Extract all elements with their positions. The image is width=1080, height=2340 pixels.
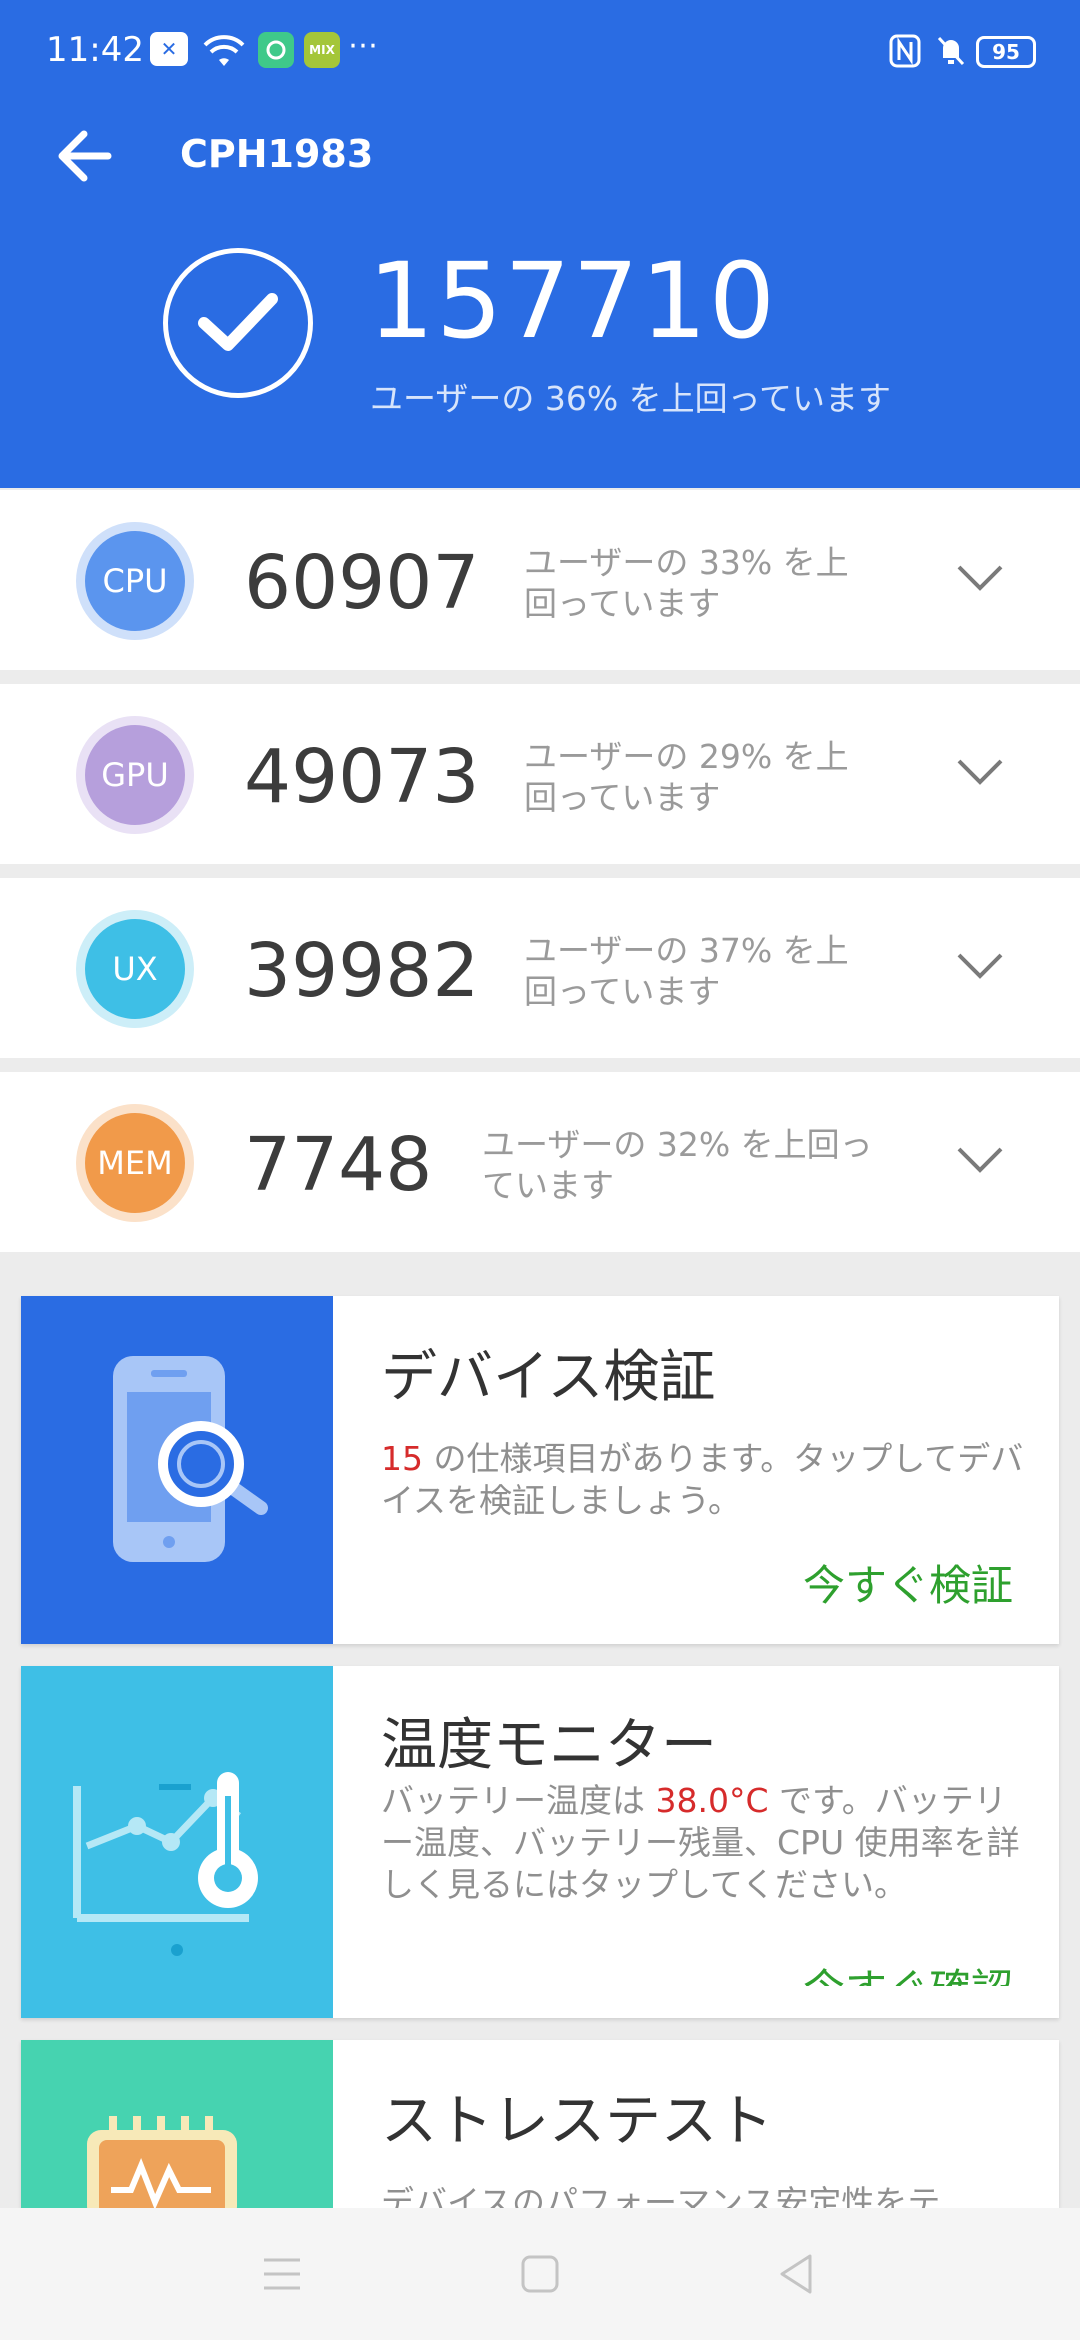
mem-badge-label: MEM (85, 1113, 185, 1213)
battery-temperature: 38.0°C (655, 1781, 769, 1820)
phone-search-icon (113, 1356, 268, 1562)
nfc-icon (888, 32, 922, 70)
gpu-score: 49073 (244, 734, 480, 820)
status-time: 11:42 (46, 30, 144, 70)
chevron-down-icon (957, 759, 1003, 785)
wifi-icon (202, 32, 246, 70)
menu-icon (264, 2258, 300, 2290)
header: 11:42 ✕ MIX ⋯ 95 CPH1983 157710 ユーザーの 36… (0, 0, 1080, 488)
score-row-ux[interactable]: UX 39982 ユーザーの 37% を上回っています (0, 878, 1080, 1058)
stress-test-text: デバイスのパフォーマンス安定性をテ (381, 2183, 941, 2208)
stress-test-title: ストレステスト (381, 2089, 773, 2154)
chevron-down-icon (957, 565, 1003, 591)
notification-icon: ✕ (150, 32, 188, 66)
mute-icon (934, 32, 968, 70)
app-icon (258, 32, 294, 68)
cpu-percentile: ユーザーの 33% を上回っています (524, 543, 849, 623)
back-nav-button[interactable] (766, 2244, 826, 2304)
page-title: CPH1983 (180, 132, 374, 176)
ux-score: 39982 (244, 928, 480, 1014)
temperature-monitor-card[interactable]: 温度モニター バッテリー温度は 38.0°C です。バッテリー温度、バッテリー残… (21, 1666, 1059, 2018)
temperature-monitor-title: 温度モニター (381, 1713, 717, 1778)
stress-test-panel (21, 2040, 333, 2208)
stress-test-card[interactable]: ストレステスト デバイスのパフォーマンス安定性をテ (21, 2040, 1059, 2208)
chip-icon (87, 2116, 237, 2208)
gpu-percentile: ユーザーの 29% を上回っています (524, 737, 849, 817)
device-verify-card[interactable]: デバイス検証 15 の仕様項目があります。タップしてデバイスを検証しましょう。 … (21, 1296, 1059, 1644)
expand-button[interactable] (950, 936, 1010, 996)
total-score: 157710 (368, 240, 778, 362)
home-icon (521, 2255, 559, 2293)
back-button[interactable] (52, 124, 116, 188)
cpu-badge-label: CPU (85, 531, 185, 631)
back-triangle-icon (780, 2254, 812, 2294)
mem-score: 7748 (244, 1122, 433, 1208)
thermometer-chart-icon (73, 1772, 258, 1956)
check-icon (163, 248, 313, 398)
gpu-badge-label: GPU (85, 725, 185, 825)
cpu-badge: CPU (76, 522, 194, 640)
chevron-down-icon (957, 953, 1003, 979)
score-row-cpu[interactable]: CPU 60907 ユーザーの 33% を上回っています (0, 490, 1080, 670)
expand-button[interactable] (950, 548, 1010, 608)
device-verify-text: 15 の仕様項目があります。タップしてデバイスを検証しましょう。 (381, 1438, 1031, 1522)
expand-button[interactable] (950, 742, 1010, 802)
home-button[interactable] (510, 2244, 570, 2304)
device-verify-title: デバイス検証 (381, 1345, 716, 1410)
mem-percentile: ユーザーの 32% を上回っています (482, 1125, 873, 1205)
score-row-mem[interactable]: MEM 7748 ユーザーの 32% を上回っています (0, 1072, 1080, 1252)
status-bar: 11:42 ✕ MIX ⋯ 95 (0, 0, 1080, 110)
cpu-score: 60907 (244, 540, 480, 626)
android-icon: MIX (304, 32, 340, 68)
ux-badge: UX (76, 910, 194, 1028)
score-row-gpu[interactable]: GPU 49073 ユーザーの 29% を上回っています (0, 684, 1080, 864)
check-now-link[interactable]: 今すぐ確認 (803, 1956, 1013, 1986)
navigation-bar (0, 2208, 1080, 2340)
temp-text-before: バッテリー温度は (381, 1781, 656, 1820)
battery-indicator: 95 (976, 36, 1036, 68)
chevron-down-icon (957, 1147, 1003, 1173)
device-verify-panel (21, 1296, 333, 1644)
spec-count: 15 (381, 1439, 423, 1478)
temperature-monitor-text: バッテリー温度は 38.0°C です。バッテリー温度、バッテリー残量、CPU 使… (381, 1780, 1031, 1906)
verify-now-link[interactable]: 今すぐ検証 (803, 1552, 1013, 1613)
menu-button[interactable] (252, 2244, 312, 2304)
more-notifications-icon: ⋯ (348, 27, 378, 63)
ux-percentile: ユーザーの 37% を上回っています (524, 931, 849, 1011)
device-verify-desc: の仕様項目があります。タップしてデバイスを検証しましょう。 (381, 1439, 1024, 1520)
back-arrow-icon (58, 130, 112, 182)
mem-badge: MEM (76, 1104, 194, 1222)
gpu-badge: GPU (76, 716, 194, 834)
temperature-monitor-panel (21, 1666, 333, 2018)
total-percentile: ユーザーの 36% を上回っています (370, 379, 892, 418)
ux-badge-label: UX (85, 919, 185, 1019)
expand-button[interactable] (950, 1130, 1010, 1190)
